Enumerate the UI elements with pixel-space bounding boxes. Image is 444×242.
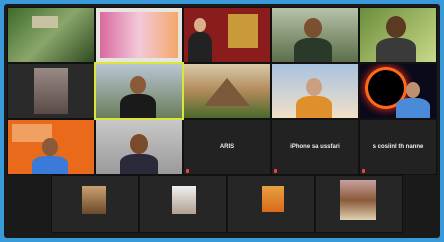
mic-muted-icon [362,169,365,173]
participant-tile[interactable] [315,175,403,233]
mic-muted-icon [186,169,189,173]
participant-person-body [294,38,332,62]
participant-person-body [32,156,68,174]
participant-person [304,18,322,38]
participant-person-body [188,32,212,62]
participant-temple [204,78,250,106]
participant-avatar [172,186,196,214]
participant-person [130,76,146,94]
participant-avatar [340,180,376,220]
participant-avatar [262,186,284,212]
participant-tile[interactable]: ARIS [183,119,271,175]
participant-tile[interactable] [7,7,95,63]
participant-person [130,134,148,154]
participant-tile[interactable] [271,63,359,119]
participant-display-name: s cosiinl th nanne [372,144,424,151]
participant-tile[interactable] [7,63,95,119]
participant-person-body [296,96,332,118]
participant-person-body [120,94,156,118]
participant-tile[interactable] [139,175,227,233]
participant-tile[interactable] [359,7,437,63]
participant-tile[interactable] [95,7,183,63]
participant-person-body [120,154,158,174]
participant-tile[interactable] [51,175,139,233]
participant-person [306,78,322,96]
mic-muted-icon [274,169,277,173]
participant-display-name: ARIS [219,144,235,151]
participant-avatar [82,186,106,214]
participant-tile[interactable] [359,63,437,119]
participant-person-body [376,38,416,62]
participant-tile[interactable] [183,63,271,119]
participant-picture [228,14,258,48]
participant-person [194,18,206,32]
participant-tile[interactable]: s cosiinl th nanne [359,119,437,175]
participant-tile[interactable] [7,119,95,175]
participant-person-body [396,98,430,118]
video-gallery: ARIS iPhone sa ussfari s cosiinl th nann… [4,4,440,238]
participant-sign [32,16,58,28]
participant-blur [34,68,68,114]
participant-person [42,138,58,156]
participant-tile[interactable]: iPhone sa ussfari [271,119,359,175]
participant-tile[interactable] [227,175,315,233]
participant-tile-active-speaker[interactable] [94,62,184,120]
participant-person [406,82,420,98]
participant-tile[interactable] [183,7,271,63]
participant-display-name: iPhone sa ussfari [290,144,340,151]
participant-tile[interactable] [271,7,359,63]
participant-banner [100,12,178,58]
participant-person [386,16,406,38]
participant-tile[interactable] [95,119,183,175]
